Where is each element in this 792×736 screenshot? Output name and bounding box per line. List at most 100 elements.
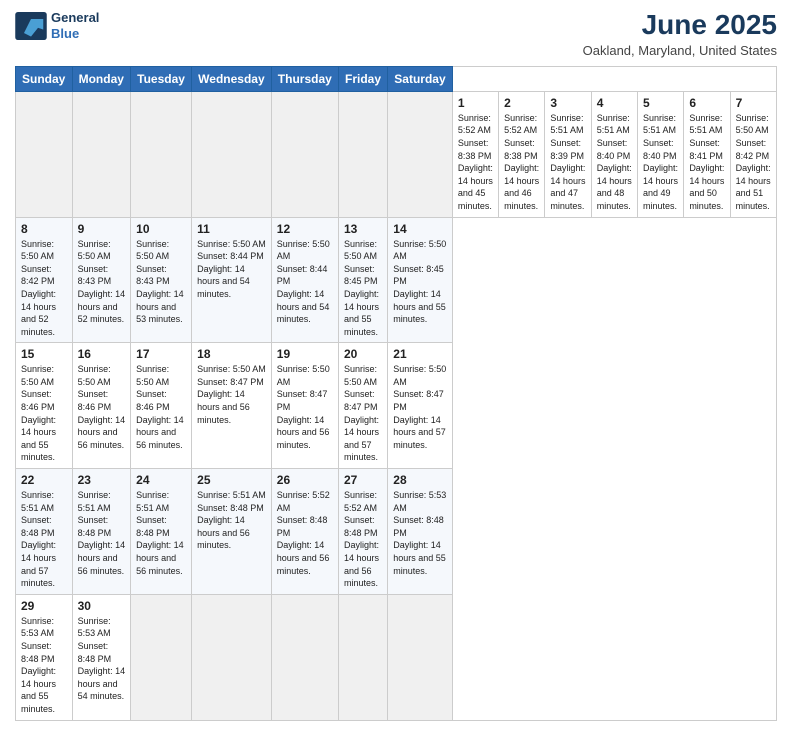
month-title: June 2025: [583, 10, 777, 41]
day-cell-3: 3Sunrise: 5:51 AM Sunset: 8:39 PM Daylig…: [545, 91, 591, 217]
day-info: Sunrise: 5:50 AM Sunset: 8:47 PM Dayligh…: [197, 363, 266, 426]
calendar-week-2: 8 Sunrise: 5:50 AM Sunset: 8:42 PM Daylig…: [16, 217, 777, 343]
day-number: 13: [344, 222, 382, 236]
day-info: Sunrise: 5:53 AM Sunset: 8:48 PM Dayligh…: [393, 489, 447, 577]
calendar-header-wednesday: Wednesday: [192, 66, 272, 91]
day-info: Sunrise: 5:51 AM Sunset: 8:48 PM Dayligh…: [136, 489, 186, 577]
day-info: Sunrise: 5:50 AM Sunset: 8:46 PM Dayligh…: [78, 363, 126, 451]
day-info: Sunrise: 5:50 AM Sunset: 8:42 PM Dayligh…: [21, 238, 67, 339]
location: Oakland, Maryland, United States: [583, 43, 777, 58]
day-number: 20: [344, 347, 382, 361]
day-cell-25: 25Sunrise: 5:51 AM Sunset: 8:48 PM Dayli…: [192, 469, 272, 595]
day-cell-9: 9 Sunrise: 5:50 AM Sunset: 8:43 PM Daylig…: [72, 217, 131, 343]
day-info: Sunrise: 5:50 AM Sunset: 8:47 PM Dayligh…: [393, 363, 447, 451]
day-number: 24: [136, 473, 186, 487]
day-info: Sunrise: 5:51 AM Sunset: 8:48 PM Dayligh…: [78, 489, 126, 577]
calendar-week-5: 29Sunrise: 5:53 AM Sunset: 8:48 PM Dayli…: [16, 594, 777, 720]
day-cell-10: 10Sunrise: 5:50 AM Sunset: 8:43 PM Dayli…: [131, 217, 192, 343]
day-info: Sunrise: 5:50 AM Sunset: 8:45 PM Dayligh…: [393, 238, 447, 326]
calendar-header-thursday: Thursday: [271, 66, 338, 91]
day-number: 14: [393, 222, 447, 236]
logo-text: General Blue: [51, 10, 99, 41]
day-cell-1: 1 Sunrise: 5:52 AM Sunset: 8:38 PM Daylig…: [452, 91, 498, 217]
title-block: June 2025 Oakland, Maryland, United Stat…: [583, 10, 777, 58]
calendar-header-saturday: Saturday: [388, 66, 453, 91]
day-cell-4: 4 Sunrise: 5:51 AM Sunset: 8:40 PM Daylig…: [591, 91, 637, 217]
day-number: 1: [458, 96, 493, 110]
day-number: 22: [21, 473, 67, 487]
day-cell-19: 19 Sunrise: 5:50 AM Sunset: 8:47 PM Dayli…: [271, 343, 338, 469]
day-info: Sunrise: 5:52 AM Sunset: 8:38 PM Dayligh…: [504, 112, 539, 213]
logo-line1: General: [51, 10, 99, 26]
day-number: 11: [197, 222, 266, 236]
day-cell-18: 18Sunrise: 5:50 AM Sunset: 8:47 PM Dayli…: [192, 343, 272, 469]
calendar-header-sunday: Sunday: [16, 66, 73, 91]
day-cell-12: 12Sunrise: 5:50 AM Sunset: 8:44 PM Dayli…: [271, 217, 338, 343]
empty-cell: [131, 91, 192, 217]
day-info: Sunrise: 5:50 AM Sunset: 8:47 PM Dayligh…: [344, 363, 382, 464]
day-cell-22: 22 Sunrise: 5:51 AM Sunset: 8:48 PM Dayli…: [16, 469, 73, 595]
day-number: 4: [597, 96, 632, 110]
calendar-header-row: SundayMondayTuesdayWednesdayThursdayFrid…: [16, 66, 777, 91]
day-cell-23: 23 Sunrise: 5:51 AM Sunset: 8:48 PM Dayli…: [72, 469, 131, 595]
day-cell-13: 13Sunrise: 5:50 AM Sunset: 8:45 PM Dayli…: [338, 217, 387, 343]
calendar-header-monday: Monday: [72, 66, 131, 91]
day-cell-11: 11 Sunrise: 5:50 AM Sunset: 8:44 PM Dayli…: [192, 217, 272, 343]
day-cell-5: 5 Sunrise: 5:51 AM Sunset: 8:40 PM Daylig…: [638, 91, 684, 217]
day-number: 10: [136, 222, 186, 236]
empty-cell: [388, 91, 453, 217]
day-info: Sunrise: 5:51 AM Sunset: 8:41 PM Dayligh…: [689, 112, 724, 213]
day-info: Sunrise: 5:50 AM Sunset: 8:44 PM Dayligh…: [277, 238, 333, 326]
day-number: 29: [21, 599, 67, 613]
day-cell-30: 30Sunrise: 5:53 AM Sunset: 8:48 PM Dayli…: [72, 594, 131, 720]
day-number: 15: [21, 347, 67, 361]
header: General Blue June 2025 Oakland, Maryland…: [15, 10, 777, 58]
day-info: Sunrise: 5:50 AM Sunset: 8:46 PM Dayligh…: [136, 363, 186, 451]
day-cell-14: 14 Sunrise: 5:50 AM Sunset: 8:45 PM Dayli…: [388, 217, 453, 343]
day-number: 23: [78, 473, 126, 487]
day-info: Sunrise: 5:51 AM Sunset: 8:48 PM Dayligh…: [197, 489, 266, 552]
day-number: 6: [689, 96, 724, 110]
calendar: SundayMondayTuesdayWednesdayThursdayFrid…: [15, 66, 777, 721]
day-info: Sunrise: 5:51 AM Sunset: 8:40 PM Dayligh…: [643, 112, 678, 213]
day-number: 5: [643, 96, 678, 110]
day-number: 28: [393, 473, 447, 487]
day-number: 9: [78, 222, 126, 236]
day-cell-8: 8 Sunrise: 5:50 AM Sunset: 8:42 PM Daylig…: [16, 217, 73, 343]
day-info: Sunrise: 5:52 AM Sunset: 8:38 PM Dayligh…: [458, 112, 493, 213]
day-cell-26: 26 Sunrise: 5:52 AM Sunset: 8:48 PM Dayli…: [271, 469, 338, 595]
logo-line2: Blue: [51, 26, 99, 42]
empty-cell: [192, 91, 272, 217]
day-info: Sunrise: 5:51 AM Sunset: 8:48 PM Dayligh…: [21, 489, 67, 590]
empty-cell: [388, 594, 453, 720]
day-info: Sunrise: 5:50 AM Sunset: 8:43 PM Dayligh…: [78, 238, 126, 326]
day-info: Sunrise: 5:50 AM Sunset: 8:47 PM Dayligh…: [277, 363, 333, 451]
page: General Blue June 2025 Oakland, Maryland…: [0, 0, 792, 736]
day-number: 21: [393, 347, 447, 361]
day-info: Sunrise: 5:52 AM Sunset: 8:48 PM Dayligh…: [277, 489, 333, 577]
empty-cell: [72, 91, 131, 217]
empty-cell: [131, 594, 192, 720]
day-number: 8: [21, 222, 67, 236]
day-cell-27: 27Sunrise: 5:52 AM Sunset: 8:48 PM Dayli…: [338, 469, 387, 595]
empty-cell: [192, 594, 272, 720]
day-number: 17: [136, 347, 186, 361]
day-info: Sunrise: 5:51 AM Sunset: 8:40 PM Dayligh…: [597, 112, 632, 213]
logo: General Blue: [15, 10, 99, 41]
day-number: 26: [277, 473, 333, 487]
day-info: Sunrise: 5:50 AM Sunset: 8:44 PM Dayligh…: [197, 238, 266, 301]
day-cell-24: 24 Sunrise: 5:51 AM Sunset: 8:48 PM Dayli…: [131, 469, 192, 595]
day-cell-2: 2Sunrise: 5:52 AM Sunset: 8:38 PM Daylig…: [499, 91, 545, 217]
day-number: 19: [277, 347, 333, 361]
day-info: Sunrise: 5:50 AM Sunset: 8:42 PM Dayligh…: [736, 112, 771, 213]
calendar-week-1: 1 Sunrise: 5:52 AM Sunset: 8:38 PM Daylig…: [16, 91, 777, 217]
day-cell-17: 17 Sunrise: 5:50 AM Sunset: 8:46 PM Dayli…: [131, 343, 192, 469]
calendar-week-3: 15 Sunrise: 5:50 AM Sunset: 8:46 PM Dayli…: [16, 343, 777, 469]
calendar-week-4: 22 Sunrise: 5:51 AM Sunset: 8:48 PM Dayli…: [16, 469, 777, 595]
day-number: 3: [550, 96, 585, 110]
calendar-header-friday: Friday: [338, 66, 387, 91]
day-number: 7: [736, 96, 771, 110]
day-cell-21: 21 Sunrise: 5:50 AM Sunset: 8:47 PM Dayli…: [388, 343, 453, 469]
day-cell-29: 29Sunrise: 5:53 AM Sunset: 8:48 PM Dayli…: [16, 594, 73, 720]
day-cell-16: 16Sunrise: 5:50 AM Sunset: 8:46 PM Dayli…: [72, 343, 131, 469]
